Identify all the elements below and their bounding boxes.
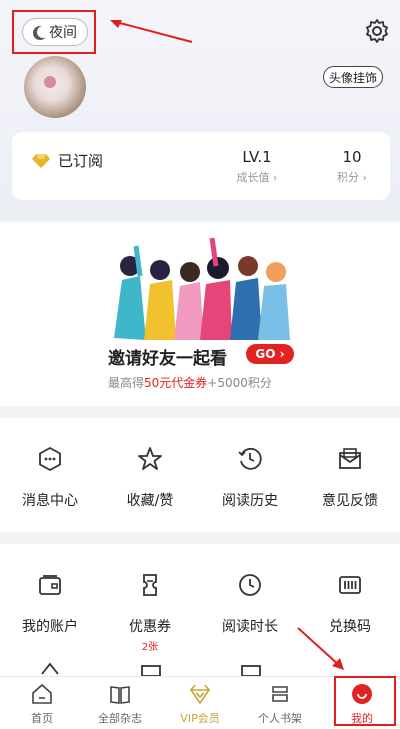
grid-item-feedback[interactable]: 意见反馈 [300,446,400,510]
grid-item-label: 阅读时长 [222,619,278,635]
avatar-flower-decoration [44,76,56,88]
tab-label: 我的 [351,712,373,725]
moon-icon [37,26,49,38]
grid-item-message-center[interactable]: 消息中心 [0,446,100,510]
coupon-icon [143,574,157,596]
level-caption: 成长值 [236,171,270,184]
vip-icon [189,684,211,705]
grid-item-label: 消息中心 [22,493,78,509]
grid-item-label: 优惠券 [129,619,171,635]
feedback-icon [339,448,361,469]
grid-item-label: 意见反馈 [322,493,378,509]
diamond-icon [32,154,50,168]
invite-subtitle: 最高得50元代金券+5000积分 [108,374,272,391]
invite-subtitle-prefix: 最高得 [108,376,145,390]
partial-next-row-icon [41,662,59,675]
grid-item-redeem-code[interactable]: 兑换码 [300,572,400,636]
wallet-icon [39,575,61,595]
profile-icon [352,684,372,704]
invite-subtitle-highlight: 50元代金券 [144,376,208,390]
grid-item-reading-time[interactable]: 阅读时长 [200,572,300,636]
tab-all-magazines[interactable]: 全部杂志 [84,679,156,726]
stats-card: 已订阅 LV.1 成长值 › 10 积分 › [12,132,390,200]
tab-label: VIP会员 [180,712,220,725]
tab-label: 首页 [31,712,53,725]
chevron-right-icon: › [273,171,278,184]
feature-grid-1: 消息中心 收藏/赞 阅读历史 意见反馈 [0,418,400,532]
partial-next-row-icon [141,665,161,676]
gear-icon[interactable] [364,18,390,44]
grid-item-coupons[interactable]: 优惠券 2张 [100,572,200,653]
level-block[interactable]: LV.1 成长值 › [222,148,292,185]
star-icon [138,447,162,470]
points-value: 10 [342,148,362,166]
avatar[interactable] [24,56,86,118]
go-label: GO [255,347,276,361]
grid-item-label: 阅读历史 [222,493,278,509]
tab-label: 全部杂志 [98,712,142,725]
points-block[interactable]: 10 积分 › [322,148,382,185]
tab-bookshelf[interactable]: 个人书架 [244,679,316,726]
tab-label: 个人书架 [258,712,302,725]
level-value: LV.1 [242,148,272,166]
subscribed-link[interactable]: 已订阅 [58,150,103,171]
grid-item-label: 我的账户 [22,619,78,635]
history-icon [238,447,262,470]
grid-item-label: 收藏/赞 [126,493,174,509]
go-button[interactable]: GO › [246,344,294,364]
chevron-right-icon: › [362,171,367,184]
invite-title: 邀请好友一起看 [108,349,227,369]
bottom-tab-bar: 首页 全部杂志 VIP会员 个人书架 我的 [0,676,400,729]
partial-next-row-icon [241,665,261,676]
feature-grid-2: 我的账户 优惠券 2张 阅读时长 兑换码 [0,544,400,676]
grid-item-label: 兑换码 [329,619,371,635]
tab-home[interactable]: 首页 [6,679,78,726]
clock-icon [239,574,261,596]
points-caption: 积分 [337,171,360,184]
grid-item-reading-history[interactable]: 阅读历史 [200,446,300,510]
night-mode-button[interactable]: 夜间 [22,18,88,46]
coupon-count-badge: 2张 [141,642,159,653]
invite-subtitle-suffix: +5000积分 [207,376,272,390]
grid-item-my-account[interactable]: 我的账户 [0,572,100,636]
message-center-icon [39,446,61,472]
book-icon [110,686,130,704]
tab-profile[interactable]: 我的 [326,679,398,726]
friends-illustration [100,237,300,346]
grid-item-favorites[interactable]: 收藏/赞 [100,446,200,510]
barcode-icon [339,576,361,594]
bookshelf-icon [272,686,288,702]
chevron-right-icon: › [279,347,285,361]
tab-vip[interactable]: VIP会员 [164,679,236,726]
avatar-frame-button[interactable]: 头像挂饰 [323,66,383,88]
home-icon [32,683,52,704]
night-mode-label: 夜间 [49,25,77,41]
